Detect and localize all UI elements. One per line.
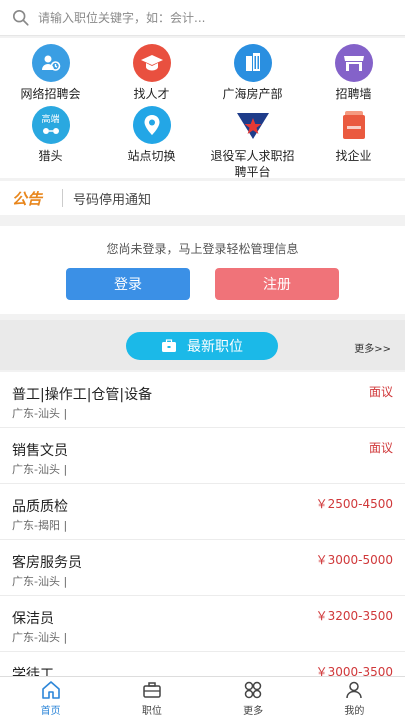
job-salary: 面议 (368, 441, 393, 455)
search-input[interactable] (38, 10, 368, 25)
job-row[interactable]: 销售文员 广东-汕头 | 面议 (0, 428, 405, 484)
login-panel: 您尚未登录，马上登录轻松管理信息 登录 注册 (0, 226, 405, 314)
veteran-star-icon (233, 106, 272, 144)
job-row[interactable]: 普工|操作工|仓管|设备 广东-汕头 | 面议 (0, 372, 405, 428)
grid-item-label: 站点切换 (127, 149, 176, 163)
login-message: 您尚未登录，马上登录轻松管理信息 (106, 242, 299, 256)
notice-bar[interactable]: 公告 号码停用通知 (0, 181, 405, 215)
job-location: 广东-汕头 | (12, 575, 68, 588)
job-location: 广东-揭阳 | (12, 519, 68, 532)
grid-item-label: 退役军人求职招聘平台 (210, 149, 295, 179)
tab-label: 我的 (344, 706, 365, 717)
grid-item-label: 找人才 (133, 87, 170, 101)
latest-jobs-header: 最新职位 更多>> (0, 320, 405, 370)
grid-item-network-fair[interactable]: 网络招聘会 (0, 44, 101, 102)
bottom-tab-bar: 首页 职位 更多 我的 (0, 676, 405, 720)
job-title: 普工|操作工|仓管|设备 (12, 387, 153, 403)
grid-item-recruit-wall[interactable]: 招聘墙 (303, 44, 404, 102)
feature-grid: 网络招聘会 找人才 广海房产部 招聘墙 高端 猎头 站点切换 退役军人求职招聘平… (0, 38, 405, 180)
grid-item-find-talent[interactable]: 找人才 (101, 44, 202, 102)
job-location: 广东-汕头 | (12, 463, 68, 476)
grid-item-headhunter[interactable]: 高端 猎头 (0, 106, 101, 164)
job-row[interactable]: 保洁员 广东-汕头 | ￥3200-3500 (0, 596, 405, 652)
register-button[interactable]: 注册 (215, 268, 339, 300)
job-list: 普工|操作工|仓管|设备 广东-汕头 | 面议 销售文员 广东-汕头 | 面议 … (0, 372, 405, 708)
tab-more[interactable]: 更多 (203, 677, 304, 720)
grid-item-label: 找企业 (335, 149, 372, 163)
headhunter-badge-icon: 高端 (31, 106, 70, 144)
job-salary: 面议 (368, 385, 393, 399)
search-bar[interactable] (0, 0, 405, 36)
job-row[interactable]: 品质质检 广东-揭阳 | ￥2500-4500 (0, 484, 405, 540)
job-title: 品质质检 (12, 499, 68, 515)
tab-label: 职位 (141, 706, 162, 717)
grid-item-find-enterprise[interactable]: 找企业 (303, 106, 404, 164)
search-icon (12, 9, 29, 26)
network-fair-icon (31, 44, 70, 82)
job-title: 客房服务员 (12, 555, 82, 571)
tab-mine[interactable]: 我的 (304, 677, 405, 720)
login-button[interactable]: 登录 (66, 268, 190, 300)
job-title: 保洁员 (12, 611, 54, 627)
clover-grid-icon (244, 681, 262, 699)
app-page: 网络招聘会 找人才 广海房产部 招聘墙 高端 猎头 (0, 0, 405, 720)
latest-jobs-title: 最新职位 (187, 339, 243, 355)
tab-jobs[interactable]: 职位 (101, 677, 202, 720)
notice-brand-logo: 公告 (12, 189, 43, 208)
job-salary: ￥3200-3500 (315, 609, 393, 623)
graduation-cap-icon (132, 44, 171, 82)
building-icon (233, 44, 272, 82)
grid-item-label: 猎头 (38, 149, 63, 163)
grid-item-label: 广海房产部 (222, 87, 283, 101)
storefront-icon (334, 44, 373, 82)
briefcase-icon (162, 339, 176, 352)
job-salary: ￥2500-4500 (315, 497, 393, 511)
briefcase-icon (143, 682, 161, 698)
job-location: 广东-汕头 | (12, 631, 68, 644)
notice-divider (62, 189, 63, 207)
notice-text[interactable]: 号码停用通知 (73, 189, 151, 208)
more-link[interactable]: 更多>> (354, 340, 391, 355)
grid-item-label: 招聘墙 (335, 87, 372, 101)
tab-label: 更多 (243, 706, 264, 717)
home-icon (41, 681, 60, 699)
tab-home[interactable]: 首页 (0, 677, 101, 720)
grid-item-veteran[interactable]: 退役军人求职招聘平台 (202, 106, 303, 180)
latest-jobs-pill[interactable]: 最新职位 (126, 332, 278, 360)
job-location: 广东-汕头 | (12, 407, 68, 420)
grid-item-label: 网络招聘会 (20, 87, 81, 101)
enterprise-card-icon (335, 106, 373, 144)
grid-item-realestate[interactable]: 广海房产部 (202, 44, 303, 102)
job-salary: ￥3000-5000 (315, 553, 393, 567)
tab-label: 首页 (40, 706, 61, 717)
job-title: 销售文员 (12, 443, 68, 459)
location-pin-icon (132, 106, 171, 144)
grid-item-switch-site[interactable]: 站点切换 (101, 106, 202, 164)
job-row[interactable]: 客房服务员 广东-汕头 | ￥3000-5000 (0, 540, 405, 596)
user-icon (346, 681, 363, 699)
